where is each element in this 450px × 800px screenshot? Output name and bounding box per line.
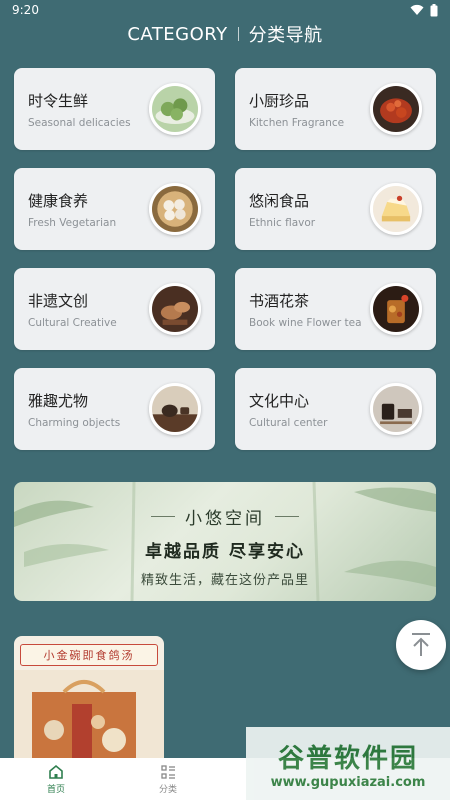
category-card-heritage[interactable]: 非遗文创 Cultural Creative bbox=[14, 268, 215, 350]
banner-slogan: 卓越品质 尽享安心 bbox=[145, 542, 305, 562]
crayfish-photo-icon bbox=[370, 83, 422, 135]
battery-icon bbox=[430, 3, 438, 16]
watermark-main-text: 谷普软件园 bbox=[277, 743, 418, 774]
green-buns-photo-icon bbox=[149, 83, 201, 135]
banner-dash-left bbox=[151, 516, 175, 517]
product-card[interactable]: 小金碗即食鸽汤 bbox=[14, 636, 164, 776]
product-banner-text: 小金碗即食鸽汤 bbox=[20, 644, 158, 666]
cake-photo-icon bbox=[370, 183, 422, 235]
arrow-up-icon bbox=[412, 633, 430, 656]
tab-home-label: 首页 bbox=[46, 784, 65, 795]
tea-set-photo-icon bbox=[149, 383, 201, 435]
banner-brand: 小悠空间 bbox=[14, 504, 436, 529]
status-icons bbox=[410, 3, 438, 17]
craft-hands-photo-icon bbox=[149, 283, 201, 335]
category-card-healthy[interactable]: 健康食养 Fresh Vegetarian bbox=[14, 168, 215, 250]
dumplings-photo-icon bbox=[149, 183, 201, 235]
category-card-snacks[interactable]: 悠闲食品 Ethnic flavor bbox=[235, 168, 436, 250]
category-card-books-tea[interactable]: 书酒花茶 Book wine Flower tea bbox=[235, 268, 436, 350]
home-icon bbox=[49, 764, 63, 779]
page-header: CATEGORY 分类导航 bbox=[0, 20, 450, 48]
page-title-cn: 分类导航 bbox=[248, 25, 323, 46]
tab-category[interactable]: 分类 bbox=[112, 764, 224, 795]
page-title-en: CATEGORY bbox=[127, 23, 228, 45]
category-grid: 时令生鲜 Seasonal delicacies 小厨珍品 Kitchen Fr… bbox=[14, 68, 436, 450]
watermark-url: www.gupuxiazai.com bbox=[270, 774, 426, 790]
title-divider bbox=[237, 27, 239, 41]
watermark-overlay: 谷普软件园 www.gupuxiazai.com bbox=[246, 727, 450, 800]
scroll-to-top-button[interactable] bbox=[396, 620, 446, 670]
banner-brand-text: 小悠空间 bbox=[185, 509, 265, 529]
promo-banner[interactable]: 小悠空间 卓越品质 尽享安心 精致生活，藏在这份产品里 bbox=[14, 482, 436, 601]
tab-category-label: 分类 bbox=[158, 784, 177, 795]
stationery-photo-icon bbox=[370, 383, 422, 435]
category-list-icon bbox=[161, 764, 175, 779]
banner-tagline: 精致生活，藏在这份产品里 bbox=[140, 573, 309, 588]
status-time: 9:20 bbox=[12, 3, 39, 17]
tab-home[interactable]: 首页 bbox=[0, 764, 112, 795]
category-card-kitchen[interactable]: 小厨珍品 Kitchen Fragrance bbox=[235, 68, 436, 150]
status-bar: 9:20 bbox=[0, 0, 450, 20]
banner-dash-right bbox=[275, 516, 299, 517]
wifi-icon bbox=[410, 4, 424, 15]
category-card-charming[interactable]: 雅趣尤物 Charming objects bbox=[14, 368, 215, 450]
category-card-culture[interactable]: 文化中心 Cultural center bbox=[235, 368, 436, 450]
category-card-seasonal[interactable]: 时令生鲜 Seasonal delicacies bbox=[14, 68, 215, 150]
flower-tea-photo-icon bbox=[370, 283, 422, 335]
